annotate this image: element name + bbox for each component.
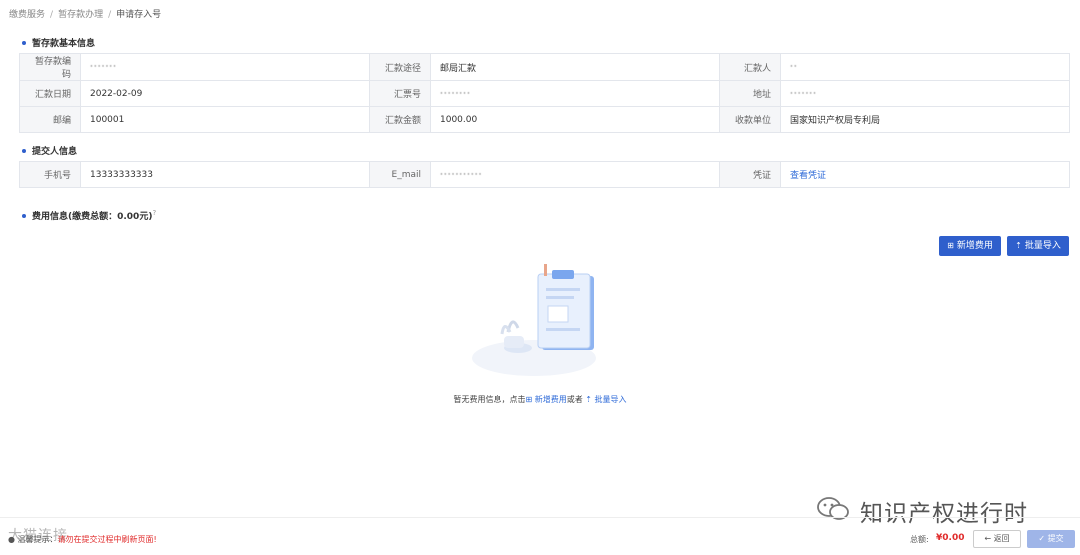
view-voucher-link[interactable]: 查看凭证	[790, 171, 826, 181]
value-payee: 国家知识产权局专利局	[780, 106, 1070, 133]
section-title-submitter: 提交人信息	[22, 144, 77, 157]
table-row: 汇款日期 2022-02-09 汇票号 ········ 地址 ·······	[19, 80, 1070, 107]
submit-label: 提交	[1047, 534, 1064, 543]
label-phone: 手机号	[19, 161, 81, 188]
info-icon: ●	[8, 535, 18, 544]
tip-prefix: 温馨提示：	[17, 535, 58, 544]
label-money-order-no: 汇票号	[369, 80, 431, 107]
value-address: ·······	[780, 80, 1070, 107]
total-value: ¥0.00	[936, 533, 965, 543]
empty-prefix: 暂无费用信息，点击	[453, 395, 526, 404]
add-fee-button[interactable]: ⊞ 新增费用	[939, 236, 1001, 256]
add-fee-label: 新增费用	[956, 241, 993, 251]
value-remit-method: 邮局汇款	[430, 53, 720, 81]
empty-state-message: 暂无费用信息，点击⊞ 新增费用或者 ⇡ 批量导入	[0, 394, 1080, 405]
label-voucher: 凭证	[719, 161, 781, 188]
value-amount: 1000.00	[430, 106, 720, 133]
batch-import-button[interactable]: ⇡ 批量导入	[1007, 236, 1069, 256]
value-remit-date: 2022-02-09	[80, 80, 370, 107]
submit-button[interactable]: ✓ 提交	[1027, 530, 1075, 548]
check-icon: ✓	[1038, 534, 1048, 543]
empty-add-fee-label: 新增费用	[534, 395, 567, 404]
section-title-submitter-text: 提交人信息	[32, 147, 78, 157]
label-remitter: 汇款人	[719, 53, 781, 81]
table-row: 手机号 13333333333 E_mail ··········· 凭证 查看…	[19, 161, 1070, 188]
submitter-info-table: 手机号 13333333333 E_mail ··········· 凭证 查看…	[19, 161, 1070, 188]
value-deposit-code: ·······	[80, 53, 370, 81]
add-icon: ⊞	[525, 395, 535, 404]
arrow-left-icon: ←	[984, 534, 994, 543]
label-remit-date: 汇款日期	[19, 80, 81, 107]
breadcrumb-item-deposit[interactable]: 暂存款办理	[58, 10, 103, 20]
empty-mid: 或者	[566, 395, 583, 404]
bullet-icon	[22, 40, 26, 45]
empty-add-fee-link[interactable]: ⊞ 新增费用	[525, 395, 566, 404]
breadcrumb-separator: /	[50, 10, 54, 20]
label-remit-method: 汇款途径	[369, 53, 431, 81]
label-postcode: 邮编	[19, 106, 81, 133]
breadcrumb-separator: /	[108, 10, 112, 20]
label-deposit-code: 暂存款编码	[19, 53, 81, 81]
section-title-fee-text: 费用信息(缴费总额：0.00元)	[32, 212, 153, 222]
value-remitter: ··	[780, 53, 1070, 81]
value-phone: 13333333333	[80, 161, 370, 188]
section-title-basic: 暂存款基本信息	[22, 36, 95, 49]
empty-state-illustration	[472, 264, 596, 376]
breadcrumb-item-current: 申请存入号	[116, 10, 162, 20]
label-amount: 汇款金额	[369, 106, 431, 133]
table-row: 邮编 100001 汇款金额 1000.00 收款单位 国家知识产权局专利局	[19, 106, 1070, 133]
value-postcode: 100001	[80, 106, 370, 133]
section-title-basic-text: 暂存款基本信息	[32, 39, 96, 49]
add-icon: ⊞	[947, 241, 954, 250]
breadcrumb: 缴费服务 / 暂存款办理 / 申请存入号	[9, 7, 161, 20]
label-payee: 收款单位	[719, 106, 781, 133]
total-label: 总额:	[910, 535, 929, 544]
batch-import-label: 批量导入	[1024, 241, 1061, 251]
value-money-order-no: ········	[430, 80, 720, 107]
table-row: 暂存款编码 ······· 汇款途径 邮局汇款 汇款人 ··	[19, 53, 1070, 81]
footer-bar: 大猫连接 ● 温馨提示：请勿在提交过程中刷新页面! 总额: ¥0.00 ← 返回…	[0, 517, 1080, 555]
bullet-icon	[22, 213, 26, 218]
section-title-fee: 费用信息(缴费总额：0.00元)?	[22, 209, 156, 222]
label-address: 地址	[719, 80, 781, 107]
bullet-icon	[22, 148, 26, 153]
upload-icon: ⇡	[582, 395, 595, 404]
tip-warning: 请勿在提交过程中刷新页面!	[57, 535, 157, 544]
back-button[interactable]: ← 返回	[973, 530, 1021, 548]
empty-batch-import-label: 批量导入	[594, 395, 627, 404]
upload-icon: ⇡	[1015, 241, 1022, 250]
value-email: ···········	[430, 161, 720, 188]
voucher-cell: 查看凭证	[780, 161, 1070, 188]
label-email: E_mail	[369, 161, 431, 188]
breadcrumb-item-payment-service[interactable]: 缴费服务	[9, 10, 45, 20]
empty-batch-import-link[interactable]: ⇡ 批量导入	[582, 395, 627, 404]
footer-tip: ● 温馨提示：请勿在提交过程中刷新页面!	[8, 534, 157, 545]
page: 缴费服务 / 暂存款办理 / 申请存入号 暂存款基本信息 暂存款编码 ······· 汇…	[0, 0, 1080, 555]
back-label: 返回	[993, 534, 1010, 543]
basic-info-table: 暂存款编码 ······· 汇款途径 邮局汇款 汇款人 ·· 汇款日期 2022…	[19, 53, 1070, 133]
help-icon[interactable]: ?	[152, 209, 156, 217]
